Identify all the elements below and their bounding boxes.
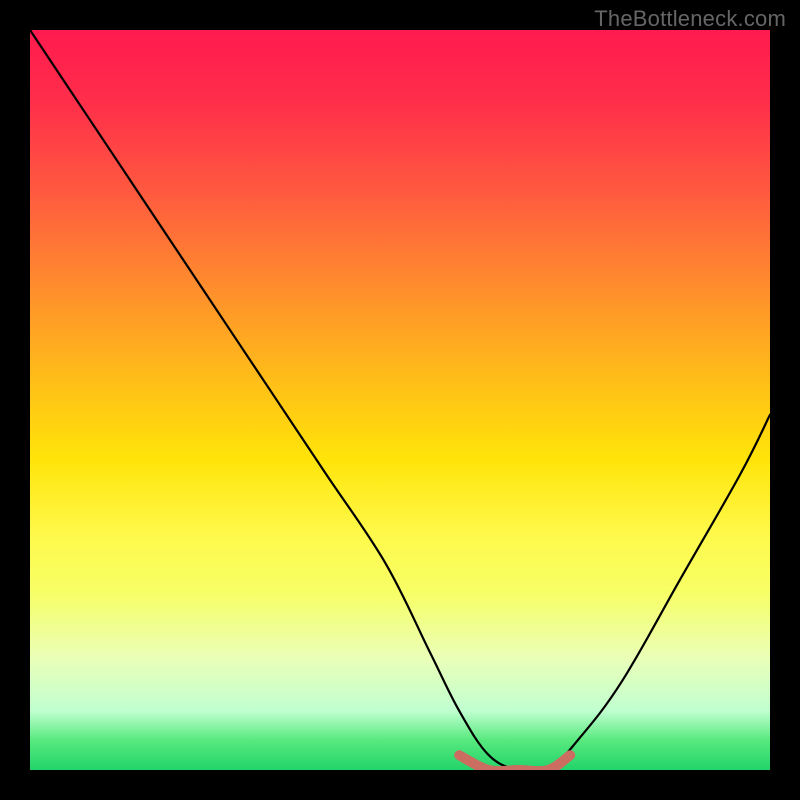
- chart-svg: [30, 30, 770, 770]
- bottleneck-curve: [30, 30, 770, 770]
- chart-frame: TheBottleneck.com: [0, 0, 800, 800]
- bottleneck-curve-path: [30, 30, 770, 770]
- optimal-range-path: [459, 755, 570, 770]
- plot-area: [30, 30, 770, 770]
- watermark-text: TheBottleneck.com: [594, 6, 786, 32]
- optimal-range-marker: [459, 755, 570, 770]
